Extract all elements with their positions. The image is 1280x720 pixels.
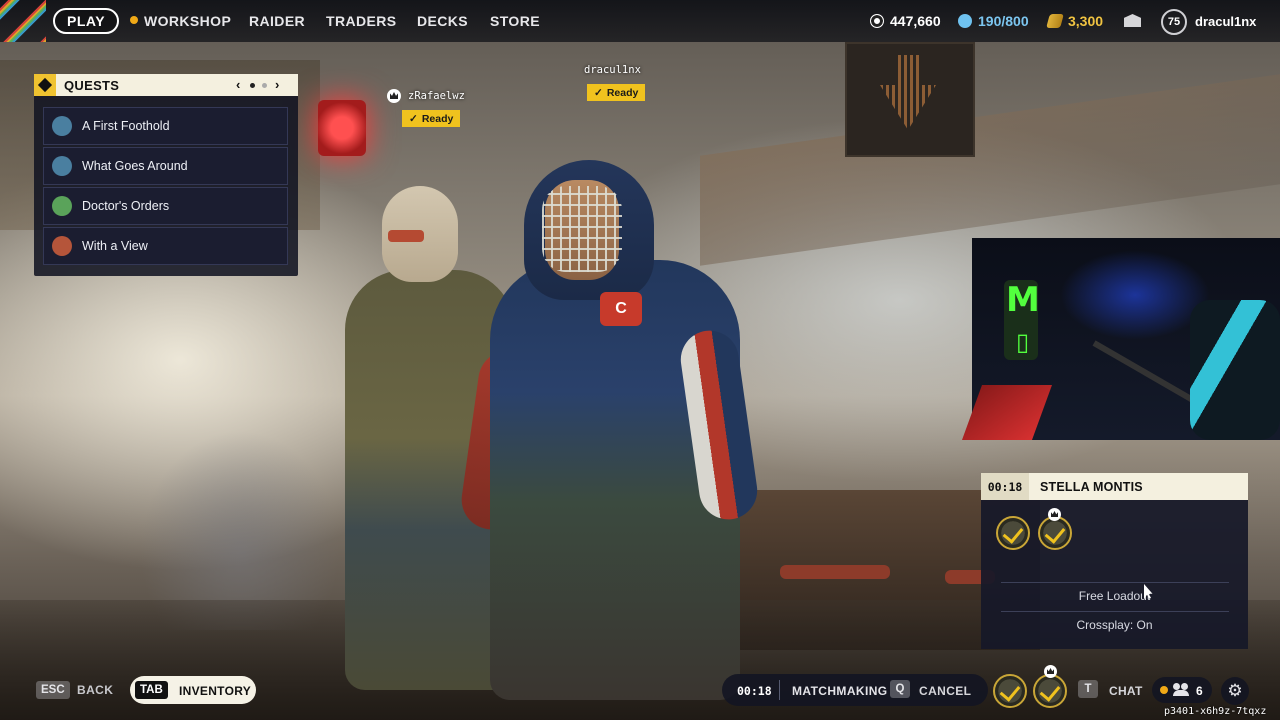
party-leader-crown-icon bbox=[1044, 665, 1057, 678]
quest-label: With a View bbox=[82, 239, 148, 253]
matchmaking-divider bbox=[779, 680, 780, 700]
nav-raider[interactable]: RAIDER bbox=[249, 13, 305, 29]
player-ready-badge: ✓ Ready bbox=[402, 110, 461, 127]
raider-tokens-balance[interactable]: 190/800 bbox=[958, 13, 1029, 29]
chat-button[interactable]: CHAT bbox=[1109, 684, 1143, 698]
settings-gear-icon[interactable]: ⚙ bbox=[1221, 677, 1249, 705]
coins-balance[interactable]: 447,660 bbox=[870, 13, 941, 29]
player-level-badge[interactable]: 75 bbox=[1161, 9, 1187, 35]
quest-avatar-icon bbox=[52, 116, 72, 136]
friends-icon bbox=[1173, 683, 1191, 696]
quest-item[interactable]: With a View bbox=[43, 227, 288, 265]
quest-avatar-icon bbox=[52, 236, 72, 256]
tab-key-hint: TAB bbox=[135, 681, 168, 699]
lobby-map-name: STELLA MONTIS bbox=[1040, 479, 1143, 494]
q-key-hint: Q bbox=[890, 680, 910, 698]
party-leader-crown-icon bbox=[1048, 508, 1061, 521]
quests-page-dot-active bbox=[250, 83, 255, 88]
raider-tokens-value: 190/800 bbox=[978, 13, 1029, 29]
nav-store[interactable]: STORE bbox=[490, 13, 540, 29]
mail-icon[interactable] bbox=[1124, 14, 1141, 27]
quests-panel: QUESTS ‹ › A First Foothold What Goes Ar… bbox=[34, 74, 298, 276]
profile-username[interactable]: dracul1nx bbox=[1195, 14, 1256, 29]
ready-check-icon bbox=[996, 516, 1030, 550]
ready-label: Ready bbox=[606, 86, 639, 99]
check-icon: ✓ bbox=[594, 86, 603, 99]
party-ready-check-icon bbox=[1033, 674, 1067, 708]
workshop-notification-dot bbox=[130, 16, 138, 24]
quest-label: Doctor's Orders bbox=[82, 199, 170, 213]
friends-notification-dot bbox=[1160, 686, 1168, 694]
quest-item[interactable]: A First Foothold bbox=[43, 107, 288, 145]
check-icon: ✓ bbox=[409, 112, 418, 125]
background-red-light bbox=[318, 100, 366, 156]
quest-label: A First Foothold bbox=[82, 119, 170, 133]
top-nav-bar: PLAY WORKSHOP RAIDER TRADERS DECKS STORE… bbox=[0, 0, 1280, 42]
raider-token-icon bbox=[958, 14, 972, 28]
cred-value: 3,300 bbox=[1068, 13, 1104, 29]
esc-key-hint: ESC bbox=[36, 681, 70, 699]
loadout-option[interactable]: Free Loadout bbox=[981, 589, 1248, 603]
t-key-hint: T bbox=[1078, 680, 1098, 698]
quests-page-dot bbox=[262, 83, 267, 88]
cancel-matchmaking-button[interactable]: CANCEL bbox=[919, 684, 971, 698]
raider-chest-logo: C bbox=[600, 292, 642, 326]
raider-left-visor bbox=[388, 230, 424, 242]
chest-logo-glyph: C bbox=[615, 300, 627, 317]
quest-avatar-icon bbox=[52, 156, 72, 176]
party-ready-check-icon bbox=[993, 674, 1027, 708]
back-button[interactable]: BACK bbox=[77, 683, 113, 697]
quests-title: QUESTS bbox=[64, 77, 120, 93]
nav-workshop[interactable]: WORKSHOP bbox=[144, 13, 231, 29]
quest-avatar-icon bbox=[52, 196, 72, 216]
quests-icon bbox=[34, 74, 56, 96]
inventory-label: INVENTORY bbox=[179, 684, 252, 698]
quest-label: What Goes Around bbox=[82, 159, 188, 173]
coins-value: 447,660 bbox=[890, 13, 941, 29]
lobby-divider bbox=[1001, 582, 1229, 583]
matchmaking-timer: 00:18 bbox=[737, 684, 772, 698]
quests-next-arrow[interactable]: › bbox=[275, 77, 279, 92]
raider-right-cage-mask bbox=[542, 186, 622, 272]
nav-decks[interactable]: DECKS bbox=[417, 13, 468, 29]
crossplay-option[interactable]: Crossplay: On bbox=[981, 618, 1248, 632]
cred-icon bbox=[1046, 14, 1064, 28]
brand-stripes bbox=[0, 0, 46, 42]
player-name-tag: zRafaelwz bbox=[408, 90, 465, 102]
matchmaking-label: MATCHMAKING bbox=[792, 684, 888, 698]
ready-check-icon bbox=[1038, 516, 1072, 550]
ready-label: Ready bbox=[421, 112, 454, 125]
lobby-header: 00:18 STELLA MONTIS bbox=[981, 473, 1248, 500]
background-stool bbox=[780, 565, 890, 579]
quests-prev-arrow[interactable]: ‹ bbox=[236, 77, 240, 92]
quests-header: QUESTS ‹ › bbox=[34, 74, 298, 96]
webcam-can-logo: ▯ bbox=[1016, 328, 1030, 356]
player-name-tag: dracul1nx bbox=[584, 64, 641, 76]
session-id: p3401-x6h9z-7tqxz bbox=[1164, 706, 1267, 717]
player-ready-badge: ✓ Ready bbox=[587, 84, 646, 101]
nav-play-button[interactable]: PLAY bbox=[53, 8, 120, 34]
webcam-chair bbox=[1190, 300, 1280, 440]
cred-balance[interactable]: 3,300 bbox=[1046, 13, 1104, 29]
webcam-blue-light bbox=[1060, 250, 1210, 340]
webcam-can-logo: M bbox=[1006, 280, 1040, 320]
coins-icon bbox=[870, 14, 884, 28]
friends-online-count: 6 bbox=[1196, 684, 1203, 698]
nav-traders[interactable]: TRADERS bbox=[326, 13, 396, 29]
quest-item[interactable]: Doctor's Orders bbox=[43, 187, 288, 225]
party-leader-crown-icon bbox=[387, 89, 401, 103]
quest-item[interactable]: What Goes Around bbox=[43, 147, 288, 185]
lobby-divider bbox=[1001, 611, 1229, 612]
lobby-timer: 00:18 bbox=[981, 473, 1029, 500]
